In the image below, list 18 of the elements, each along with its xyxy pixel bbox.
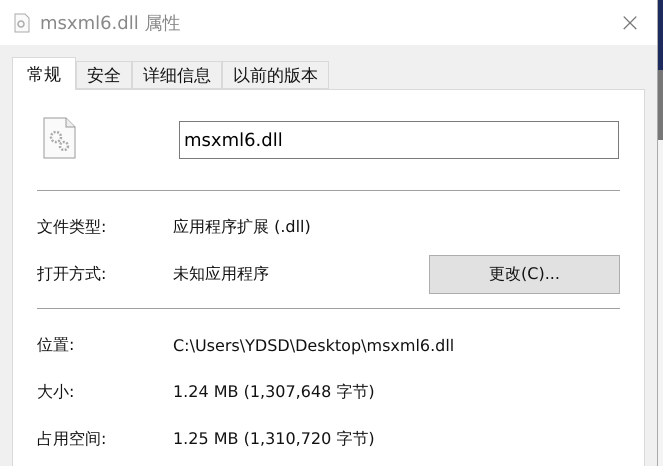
property-value: C:\Users\YDSD\Desktop\msxml6.dll bbox=[173, 336, 456, 355]
property-value: 应用程序扩展 (.dll) bbox=[173, 217, 312, 238]
property-label: 大小: bbox=[37, 382, 76, 403]
property-label: 打开方式: bbox=[37, 264, 108, 285]
property-value: 1.24 MB (1,307,648 字节) bbox=[173, 382, 376, 403]
property-label: 文件类型: bbox=[37, 217, 108, 238]
property-label: 位置: bbox=[37, 335, 76, 356]
tab[interactable]: 安全 bbox=[76, 61, 132, 89]
file-name-field[interactable]: msxml6.dll bbox=[179, 121, 619, 159]
tab[interactable]: 以前的版本 bbox=[222, 61, 329, 89]
change-button[interactable]: 更改(C)... bbox=[429, 255, 620, 294]
tab[interactable]: 常规 bbox=[12, 57, 76, 90]
close-button[interactable]: × bbox=[607, 0, 653, 45]
window-title: msxml6.dll 属性 bbox=[40, 12, 182, 34]
property-label: 占用空间: bbox=[37, 429, 108, 450]
property-value: 未知应用程序 bbox=[173, 264, 270, 285]
tab[interactable]: 详细信息 bbox=[132, 61, 222, 89]
property-value: 1.25 MB (1,310,720 字节) bbox=[173, 429, 376, 450]
